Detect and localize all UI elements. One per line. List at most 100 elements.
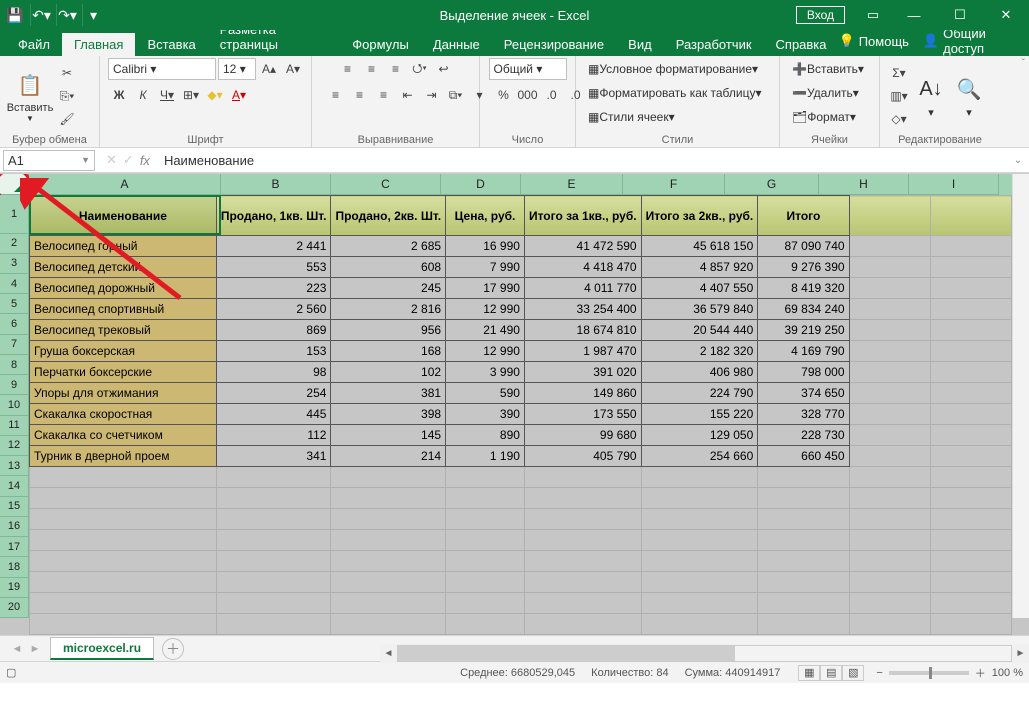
- cell[interactable]: 223: [216, 278, 331, 299]
- align-bottom-icon[interactable]: ≡: [385, 58, 407, 80]
- row-header-19[interactable]: 19: [0, 578, 29, 598]
- cell[interactable]: 590: [446, 383, 525, 404]
- cell[interactable]: 9 276 390: [758, 257, 849, 278]
- format-painter-icon[interactable]: 🖌: [56, 108, 78, 130]
- col-header-A[interactable]: A: [29, 174, 221, 195]
- row-header-7[interactable]: 7: [0, 335, 29, 355]
- number-format-combo[interactable]: Общий ▾: [489, 58, 567, 80]
- select-all-button[interactable]: [0, 174, 29, 195]
- cell[interactable]: 41 472 590: [524, 236, 641, 257]
- zoom-slider[interactable]: [889, 671, 969, 675]
- save-icon[interactable]: 💾: [4, 4, 26, 26]
- fx-icon[interactable]: fx: [140, 153, 150, 168]
- row-header-17[interactable]: 17: [0, 537, 29, 557]
- row-header-15[interactable]: 15: [0, 497, 29, 517]
- align-right-icon[interactable]: ≡: [373, 84, 395, 106]
- copy-icon[interactable]: ⎘▾: [56, 85, 78, 107]
- cell[interactable]: 17 990: [446, 278, 525, 299]
- comma-icon[interactable]: 000: [517, 84, 539, 106]
- cell[interactable]: 7 990: [446, 257, 525, 278]
- cell[interactable]: 12 990: [446, 341, 525, 362]
- cell[interactable]: 391 020: [524, 362, 641, 383]
- horizontal-scrollbar[interactable]: ◄►: [380, 644, 1029, 663]
- format-table-button[interactable]: ▦ Форматировать как таблицу ▾: [584, 82, 766, 104]
- cut-icon[interactable]: ✂: [56, 62, 78, 84]
- row-header-18[interactable]: 18: [0, 557, 29, 577]
- cell[interactable]: 398: [331, 404, 446, 425]
- bold-button[interactable]: Ж: [108, 84, 130, 106]
- tab-home[interactable]: Главная: [62, 33, 135, 56]
- fill-icon[interactable]: ▥▾: [888, 85, 910, 107]
- header-cell[interactable]: Наименование: [30, 196, 217, 236]
- cell-styles-button[interactable]: ▦ Стили ячеек ▾: [584, 106, 679, 128]
- font-size-combo[interactable]: 12 ▾: [218, 58, 256, 80]
- cell[interactable]: 890: [446, 425, 525, 446]
- cell[interactable]: 87 090 740: [758, 236, 849, 257]
- row-header-6[interactable]: 6: [0, 314, 29, 334]
- zoom-out-icon[interactable]: −: [876, 667, 882, 679]
- delete-cells-button[interactable]: ➖ Удалить ▾: [788, 82, 863, 104]
- cell[interactable]: 4 407 550: [641, 278, 758, 299]
- cell[interactable]: 149 860: [524, 383, 641, 404]
- cell[interactable]: 2 685: [331, 236, 446, 257]
- expand-formula-icon[interactable]: ⌄: [1007, 155, 1029, 166]
- cell[interactable]: 245: [331, 278, 446, 299]
- add-sheet-button[interactable]: ＋: [162, 638, 184, 660]
- cell[interactable]: 2 441: [216, 236, 331, 257]
- tab-help[interactable]: Справка: [764, 33, 839, 56]
- header-cell[interactable]: Итого за 1кв., руб.: [524, 196, 641, 236]
- format-cells-button[interactable]: 🗂 Формат ▾: [788, 106, 860, 128]
- cell[interactable]: 112: [216, 425, 331, 446]
- borders-icon[interactable]: ⊞▾: [180, 84, 202, 106]
- percent-icon[interactable]: %: [493, 84, 515, 106]
- cell[interactable]: Груша боксерская: [30, 341, 217, 362]
- tab-insert[interactable]: Вставка: [135, 33, 207, 56]
- header-cell[interactable]: Продано, 2кв. Шт.: [331, 196, 446, 236]
- tab-file[interactable]: Файл: [6, 33, 62, 56]
- cell[interactable]: 4 169 790: [758, 341, 849, 362]
- cell[interactable]: 2 182 320: [641, 341, 758, 362]
- share-button[interactable]: 👤 Общий доступ: [923, 26, 1015, 56]
- cell[interactable]: Велосипед спортивный: [30, 299, 217, 320]
- signin-button[interactable]: Вход: [796, 6, 845, 24]
- autosum-icon[interactable]: Σ▾: [888, 62, 910, 84]
- tellme-button[interactable]: 💡 Помощь: [839, 33, 909, 49]
- cell[interactable]: 102: [331, 362, 446, 383]
- cell[interactable]: 214: [331, 446, 446, 467]
- cell[interactable]: 405 790: [524, 446, 641, 467]
- cell[interactable]: Скакалка скоростная: [30, 404, 217, 425]
- cell[interactable]: 45 618 150: [641, 236, 758, 257]
- vertical-scrollbar[interactable]: [1012, 174, 1029, 618]
- cell[interactable]: 254 660: [641, 446, 758, 467]
- tab-view[interactable]: Вид: [616, 33, 664, 56]
- cell[interactable]: 8 419 320: [758, 278, 849, 299]
- sheet-nav-next-icon[interactable]: ►: [26, 643, 44, 655]
- row-header-12[interactable]: 12: [0, 436, 29, 456]
- record-macro-icon[interactable]: ▢: [6, 666, 16, 679]
- underline-button[interactable]: Ч▾: [156, 84, 178, 106]
- row-header-16[interactable]: 16: [0, 517, 29, 537]
- minimize-icon[interactable]: —: [891, 0, 937, 30]
- cell[interactable]: 381: [331, 383, 446, 404]
- cell[interactable]: 4 857 920: [641, 257, 758, 278]
- row-headers[interactable]: 1234567891011121314151617181920: [0, 195, 29, 618]
- grow-font-icon[interactable]: A▴: [258, 58, 280, 80]
- merge-center-icon[interactable]: ⧉▾: [445, 84, 467, 106]
- cell[interactable]: 173 550: [524, 404, 641, 425]
- row-header-5[interactable]: 5: [0, 294, 29, 314]
- cell[interactable]: 2 560: [216, 299, 331, 320]
- row-header-10[interactable]: 10: [0, 395, 29, 415]
- wrap-text-icon[interactable]: ↩: [433, 58, 455, 80]
- cell[interactable]: 445: [216, 404, 331, 425]
- cell[interactable]: 956: [331, 320, 446, 341]
- zoom-level[interactable]: 100 %: [992, 667, 1023, 679]
- cell[interactable]: 798 000: [758, 362, 849, 383]
- tab-review[interactable]: Рецензирование: [492, 33, 616, 56]
- fill-color-icon[interactable]: ◆▾: [204, 84, 226, 106]
- row-header-1[interactable]: 1: [0, 195, 29, 234]
- view-normal-icon[interactable]: ▦: [798, 665, 820, 681]
- redo-icon[interactable]: ↷▾: [56, 4, 78, 26]
- cell[interactable]: 69 834 240: [758, 299, 849, 320]
- sort-filter-button[interactable]: A↓▾: [914, 74, 948, 119]
- col-header-D[interactable]: D: [441, 174, 521, 195]
